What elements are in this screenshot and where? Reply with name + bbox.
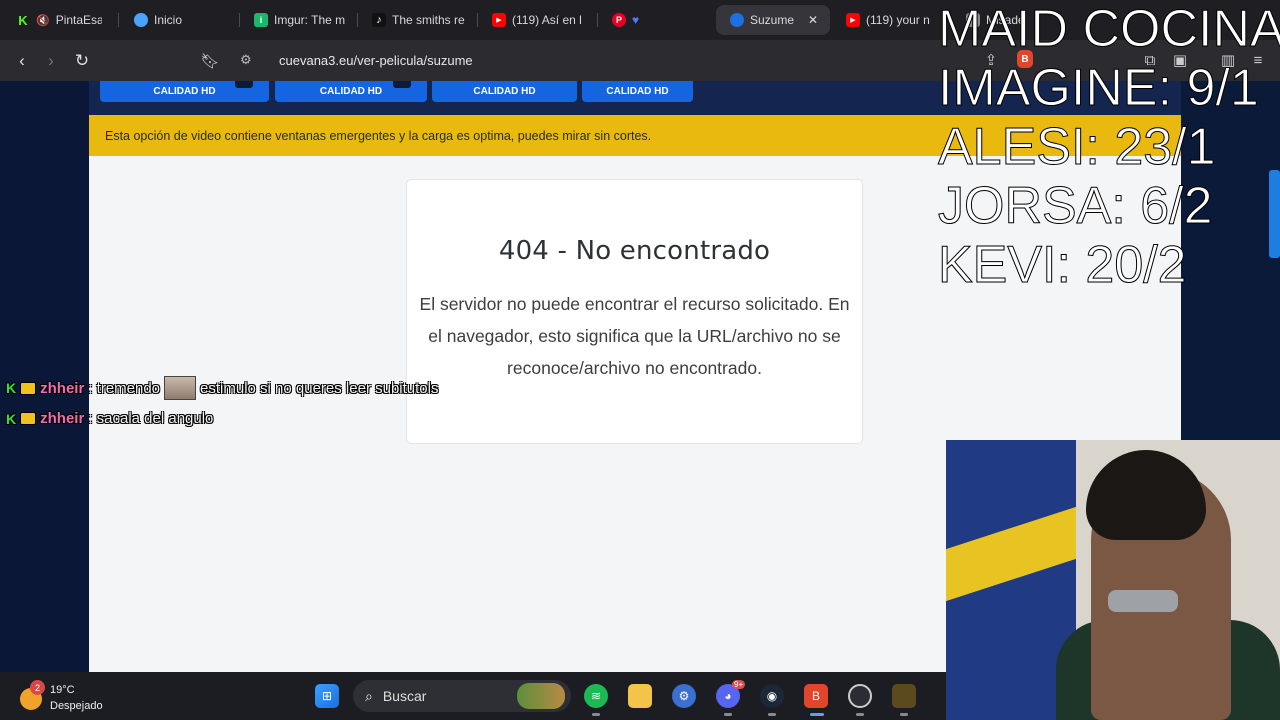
eye-icon <box>134 13 148 27</box>
scoreboard-line-kevi: KEVI: 20/2 <box>938 236 1188 295</box>
search-placeholder: Buscar <box>382 688 427 704</box>
search-icon: ⌕ <box>365 687 373 704</box>
tab-title: Suzume <box>750 13 795 27</box>
tiktok-icon: ♪ <box>372 13 386 27</box>
scoreboard-line-jorsa: JORSA: 6/2 <box>938 177 1214 236</box>
weather-description: Despejado <box>50 700 103 712</box>
kick-icon: K <box>16 13 30 28</box>
windows-start-icon[interactable]: ⊞ <box>315 684 339 708</box>
mute-icon[interactable]: 🔇 <box>36 14 50 27</box>
spotify-icon[interactable]: ≋ <box>584 684 608 708</box>
steam-icon[interactable]: ◉ <box>760 684 784 708</box>
kick-icon: K <box>6 410 17 427</box>
tab-tiktok[interactable]: ♪ The smiths re <box>358 5 472 35</box>
chat-message: K zhheir : sacala del angulo <box>6 410 213 427</box>
brave-browser-icon[interactable]: B <box>804 684 828 708</box>
tab-title: (119) your n <box>866 13 930 27</box>
crown-badge-icon <box>20 381 37 395</box>
scoreboard-title: MAID COCINA <box>938 0 1280 59</box>
kick-icon: K <box>6 380 17 396</box>
server-button-2[interactable]: CALIDAD HD <box>275 81 427 102</box>
error-message: El servidor no puede encontrar el recurs… <box>419 294 850 378</box>
error-card: 404 - No encontrado El servidor no puede… <box>406 179 863 444</box>
tab-pinterest[interactable]: P ♥ <box>598 5 658 35</box>
search-highlight-image <box>517 683 565 709</box>
tab-pintaesa[interactable]: K 🔇 PintaEsa <box>2 5 102 35</box>
error-title: 404 - No encontrado <box>498 236 771 266</box>
scoreboard-line-alesi: ALESI: 23/1 <box>938 118 1217 177</box>
webcam-feed <box>946 440 1280 720</box>
bookmark-icon[interactable]: 🔖︎ <box>199 50 221 72</box>
heart-icon: ♥ <box>632 13 640 27</box>
notification-badge: 2 <box>30 680 45 695</box>
chat-username: zhheir <box>40 379 85 397</box>
discord-badge: 9+ <box>732 680 746 689</box>
chat-username: zhheir <box>40 410 85 427</box>
tab-youtube-1[interactable]: ▶ (119) Así en l <box>478 5 588 35</box>
chat-text-continued: estimulo si no queres leer subitutols <box>200 379 439 397</box>
chat-message: K zhheir : tremendo estimulo si no quere… <box>6 376 439 400</box>
chat-text: : tremendo <box>88 379 161 397</box>
server-button-label: CALIDAD HD <box>473 86 536 97</box>
taskbar-search[interactable]: ⌕ Buscar <box>353 680 571 712</box>
crown-badge-icon <box>20 412 37 425</box>
notice-text: Esta opción de video contiene ventanas e… <box>105 128 652 143</box>
forward-icon[interactable]: › <box>40 50 62 72</box>
settings-gear-icon[interactable]: ⚙ <box>672 684 696 708</box>
tab-title: The smiths re <box>392 13 465 27</box>
back-icon[interactable]: ‹ <box>11 50 33 72</box>
tab-youtube-2[interactable]: ▶ (119) your n <box>832 5 938 35</box>
obs-icon[interactable] <box>848 684 872 708</box>
url-field[interactable]: ⚙ cuevana3.eu/ver-pelicula/suzume <box>232 46 932 74</box>
tab-imgur[interactable]: i Imgur: The m <box>240 5 352 35</box>
tab-title: (119) Así en l <box>512 13 582 27</box>
emote-image <box>164 376 197 400</box>
server-button-label: CALIDAD HD <box>153 86 216 97</box>
close-tab-icon[interactable]: ✕ <box>808 13 818 27</box>
pinterest-icon: P <box>612 13 626 27</box>
scoreboard-line-imagine: IMAGINE: 9/1 <box>938 59 1260 118</box>
tab-title: Inicio <box>154 13 183 27</box>
server-button-1[interactable]: CALIDAD HD <box>100 81 269 102</box>
microphone-icon <box>1108 590 1178 612</box>
server-button-label: CALIDAD HD <box>319 86 383 97</box>
file-explorer-icon[interactable] <box>628 684 652 708</box>
tab-inicio[interactable]: Inicio <box>120 5 232 35</box>
chat-text: : sacala del angulo <box>88 410 214 427</box>
windows-taskbar: 2 19°C Despejado ⊞ ⌕ Buscar ≋ ⚙ ◕ 9+ ◉ B <box>0 672 946 720</box>
tab-title: Imgur: The m <box>274 13 346 27</box>
cuevana-icon <box>730 13 744 27</box>
tab-suzume[interactable]: Suzume ✕ <box>716 5 830 35</box>
youtube-icon: ▶ <box>492 13 506 27</box>
reload-icon[interactable]: ↻ <box>71 50 93 72</box>
scrollbar-thumb[interactable] <box>1269 170 1280 258</box>
server-button-3[interactable]: CALIDAD HD <box>432 81 577 102</box>
tab-title: PintaEsa <box>55 13 102 27</box>
weather-temp: 19°C <box>50 684 75 696</box>
url-text: cuevana3.eu/ver-pelicula/suzume <box>279 52 473 68</box>
youtube-icon: ▶ <box>846 13 860 27</box>
server-button-label: CALIDAD HD <box>606 86 669 97</box>
server-button-4[interactable]: CALIDAD HD <box>582 81 693 102</box>
weather-widget[interactable]: 2 19°C Despejado <box>18 680 118 714</box>
game-icon[interactable] <box>892 684 916 708</box>
imgur-icon: i <box>254 13 268 27</box>
site-settings-icon[interactable]: ⚙ <box>240 52 260 68</box>
